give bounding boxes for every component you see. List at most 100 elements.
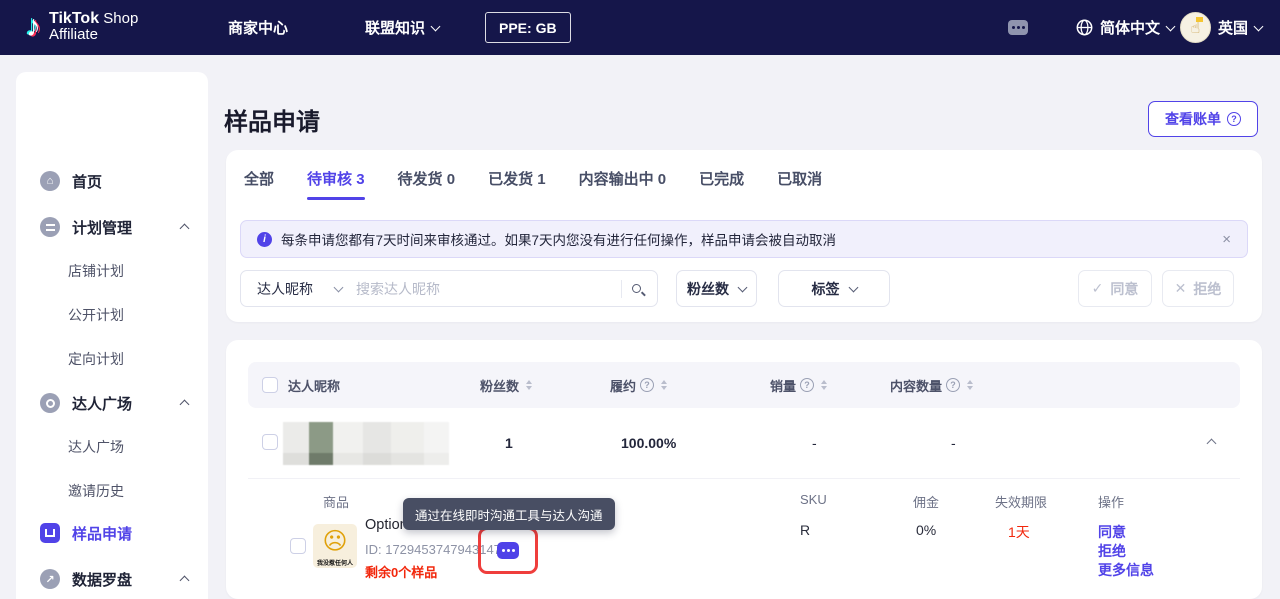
tab-all[interactable]: 全部 (244, 168, 274, 200)
tab-content-in-progress[interactable]: 内容输出中 0 (579, 168, 667, 200)
search-category-select[interactable]: 达人昵称 (241, 279, 356, 299)
data-icon: ↗ (40, 569, 60, 589)
home-icon: ⌂ (40, 171, 60, 191)
sort-icon[interactable] (661, 380, 668, 390)
sort-icon[interactable] (967, 380, 974, 390)
expiry-label: 失效期限 (995, 495, 1048, 510)
status-tabs: 全部 待审核 3 待发货 0 已发货 1 内容输出中 0 已完成 已取消 (244, 168, 822, 200)
sidebar-item-shop-plan[interactable]: 店铺计划 (16, 260, 208, 282)
tab-shipped[interactable]: 已发货 1 (488, 168, 546, 200)
product-label: 商品 (323, 495, 350, 510)
bulk-approve-button[interactable]: ✓ 同意 (1078, 270, 1152, 307)
sidebar: ⌂ 首页 计划管理 店铺计划 公开计划 定向计划 达人广场 达人广场 邀请历史 (16, 72, 208, 599)
remaining-samples: 剩余0个样品 (365, 565, 438, 580)
expiry-value: 1天 (1008, 524, 1030, 540)
top-navbar: ♪ TikTok Shop Affiliate 商家中心 联盟知识 PPE: G… (0, 0, 1280, 55)
divider (621, 279, 622, 298)
search-input[interactable] (356, 280, 621, 297)
column-creator-name: 达人昵称 (288, 378, 341, 394)
sort-icon[interactable] (526, 380, 533, 390)
followers-filter-dropdown[interactable]: 粉丝数 (676, 270, 757, 307)
sidebar-item-plan-management[interactable]: 计划管理 (16, 214, 208, 240)
messages-button[interactable] (1008, 0, 1028, 55)
info-banner: i 每条申请您都有7天时间来审核通过。如果7天内您没有进行任何操作，样品申请会被… (240, 220, 1248, 258)
row-followers-value: 1 (505, 435, 513, 451)
chevron-down-icon (1165, 21, 1176, 31)
app-logo[interactable]: ♪ TikTok Shop Affiliate (26, 8, 138, 46)
avatar: ☝ (1180, 12, 1211, 43)
view-bill-button[interactable]: 查看账单 ? (1148, 101, 1258, 137)
info-icon: i (257, 231, 272, 247)
sidebar-item-data-compass[interactable]: ↗ 数据罗盘 (16, 566, 208, 592)
sku-label: SKU (800, 492, 827, 507)
sample-icon (40, 523, 60, 543)
sidebar-item-creator-marketplace-sub[interactable]: 达人广场 (16, 436, 208, 458)
tab-pending-review[interactable]: 待审核 3 (307, 168, 365, 200)
region-badge[interactable]: PPE: GB (485, 12, 571, 43)
product-image[interactable]: ☹ 我没惹任何人 (313, 524, 357, 568)
chevron-down-icon (848, 282, 858, 292)
sort-icon[interactable] (821, 380, 828, 390)
page-title: 样品申请 (224, 109, 320, 136)
highlight-box (478, 527, 538, 574)
crying-face-image: ☹ (322, 528, 348, 555)
table-header: 达人昵称 粉丝数 履约 ? 销量 ? 内容数量 ? (248, 362, 1240, 408)
chevron-down-icon (737, 282, 748, 292)
column-followers[interactable]: 粉丝数 (480, 376, 533, 395)
chevron-down-icon (1253, 21, 1264, 31)
close-icon[interactable]: × (1222, 231, 1231, 248)
sidebar-item-invite-history[interactable]: 邀请历史 (16, 480, 208, 502)
column-content-count[interactable]: 内容数量 ? (890, 376, 974, 395)
chevron-up-icon (179, 399, 190, 410)
redacted-creator-name (283, 422, 449, 465)
language-selector[interactable]: 简体中文 (1076, 0, 1176, 55)
actions-label: 操作 (1098, 495, 1125, 510)
approve-link[interactable]: 同意 (1098, 522, 1126, 542)
row-fulfillment-value: 100.00% (621, 435, 677, 451)
sidebar-item-sample-request[interactable]: 样品申请 (16, 520, 208, 546)
row-content-count-value: - (951, 435, 956, 451)
more-info-link[interactable]: 更多信息 (1098, 560, 1154, 580)
row-checkbox[interactable] (262, 434, 278, 450)
help-icon: ? (640, 378, 655, 392)
chevron-up-icon (179, 223, 190, 234)
chevron-down-icon (333, 282, 344, 292)
chevron-up-icon (179, 575, 190, 586)
instant-message-icon[interactable] (497, 542, 519, 559)
tiktok-shop-affiliate-app: ♪ TikTok Shop Affiliate 商家中心 联盟知识 PPE: G… (0, 0, 1280, 599)
creator-icon (40, 393, 60, 413)
nav-item-seller-center[interactable]: 商家中心 (228, 0, 288, 55)
help-icon: ? (800, 378, 815, 392)
globe-icon (1076, 19, 1093, 36)
sidebar-item-target-plan[interactable]: 定向计划 (16, 348, 208, 370)
nav-item-affiliate-academy[interactable]: 联盟知识 (365, 0, 441, 55)
tab-completed[interactable]: 已完成 (699, 168, 744, 200)
search-icon[interactable] (632, 284, 641, 293)
creator-search: 达人昵称 (240, 270, 658, 307)
sidebar-item-home[interactable]: ⌂ 首页 (16, 168, 208, 194)
help-icon: ? (946, 378, 961, 392)
select-all-checkbox[interactable] (262, 377, 278, 393)
chevron-down-icon (430, 21, 441, 31)
tab-cancelled[interactable]: 已取消 (777, 168, 822, 200)
x-icon: ✕ (1174, 280, 1187, 296)
column-sales[interactable]: 销量 ? (770, 376, 828, 395)
tiktok-note-icon: ♪ (26, 10, 41, 43)
help-icon: ? (1227, 112, 1241, 126)
commission-label: 佣金 (913, 495, 940, 510)
row-sales-value: - (812, 435, 817, 451)
product-checkbox[interactable] (290, 538, 306, 554)
account-selector[interactable]: ☝ 英国 (1180, 0, 1264, 55)
sidebar-item-open-plan[interactable]: 公开计划 (16, 304, 208, 326)
bulk-reject-button[interactable]: ✕ 拒绝 (1162, 270, 1234, 307)
check-icon: ✓ (1091, 280, 1104, 296)
reject-link[interactable]: 拒绝 (1098, 541, 1126, 561)
plan-icon (40, 217, 60, 237)
sidebar-item-creator-marketplace[interactable]: 达人广场 (16, 390, 208, 416)
logo-text: TikTok Shop Affiliate (49, 10, 139, 43)
commission-value: 0% (916, 522, 937, 538)
chat-icon (1008, 20, 1028, 35)
column-fulfillment[interactable]: 履约 ? (610, 376, 668, 395)
tags-filter-dropdown[interactable]: 标签 (778, 270, 890, 307)
tab-to-ship[interactable]: 待发货 0 (398, 168, 456, 200)
